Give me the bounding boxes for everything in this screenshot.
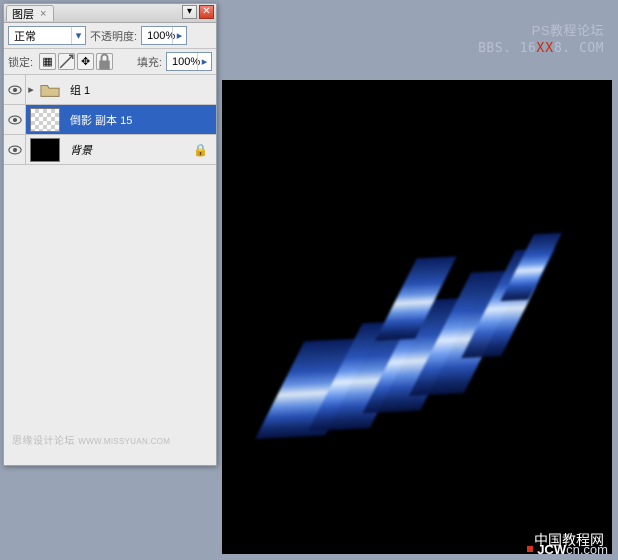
- opacity-input[interactable]: 100% ▸: [141, 26, 187, 45]
- lock-transparency-icon[interactable]: ▦: [39, 53, 56, 70]
- opacity-label: 不透明度:: [90, 28, 137, 44]
- panel-window-buttons: ▾ ✕: [182, 5, 214, 19]
- lock-pixels-icon[interactable]: [58, 53, 75, 70]
- layer-background[interactable]: 背景 🔒: [4, 135, 216, 165]
- panel-empty-area: 思缘设计论坛 WWW.MISSYUAN.COM: [4, 165, 216, 465]
- layer-thumbnail: [30, 138, 60, 162]
- folder-icon: [40, 78, 60, 102]
- tab-close-icon[interactable]: ×: [40, 8, 46, 20]
- layer-name: 倒影 副本 15: [64, 112, 216, 128]
- layer-name: 组 1: [64, 82, 216, 98]
- canvas-artwork: [277, 232, 577, 438]
- layer-list: ▸ 组 1 倒影 副本 15 背景 🔒: [4, 75, 216, 165]
- visibility-toggle[interactable]: [4, 75, 26, 104]
- panel-close-button[interactable]: ✕: [199, 5, 214, 19]
- chevron-right-icon: ▸: [197, 53, 211, 70]
- tab-layers[interactable]: 图层 ×: [6, 5, 54, 21]
- opacity-value: 100%: [147, 30, 175, 42]
- chevron-right-icon: ▸: [172, 27, 186, 44]
- fill-input[interactable]: 100% ▸: [166, 52, 212, 71]
- layer-group[interactable]: ▸ 组 1: [4, 75, 216, 105]
- group-expand-icon[interactable]: ▸: [26, 83, 36, 96]
- header-watermark-line2: BBS. 16XX8. COM: [478, 40, 604, 58]
- document-canvas[interactable]: 中国教程网: [222, 80, 612, 554]
- fill-value: 100%: [172, 56, 200, 68]
- footer-dot-icon: [527, 546, 533, 552]
- lock-label: 锁定:: [8, 54, 33, 70]
- lock-position-icon[interactable]: ✥: [77, 53, 94, 70]
- page-footer: JCWcn.com: [222, 540, 618, 558]
- panel-watermark: 思缘设计论坛 WWW.MISSYUAN.COM: [12, 432, 170, 447]
- layer-thumbnail: [30, 108, 60, 132]
- layer-selected[interactable]: 倒影 副本 15: [4, 105, 216, 135]
- panel-menu-button[interactable]: ▾: [182, 5, 197, 19]
- visibility-toggle[interactable]: [4, 135, 26, 164]
- layer-name: 背景: [64, 142, 193, 158]
- layers-panel: 图层 × ▾ ✕ 正常 ▾ 不透明度: 100% ▸ 锁定: ▦ ✥: [3, 3, 217, 466]
- header-watermark: PS教程论坛 BBS. 16XX8. COM: [478, 22, 604, 57]
- panel-row-lock: 锁定: ▦ ✥ 填充: 100% ▸: [4, 49, 216, 75]
- lock-all-icon[interactable]: [96, 53, 113, 70]
- panel-row-blend: 正常 ▾ 不透明度: 100% ▸: [4, 23, 216, 49]
- blend-mode-value: 正常: [14, 28, 36, 44]
- footer-brand: JCW: [537, 542, 566, 557]
- fill-label: 填充:: [137, 54, 162, 70]
- chevron-down-icon: ▾: [71, 27, 85, 44]
- tab-layers-label: 图层: [12, 6, 34, 22]
- panel-tabbar: 图层 × ▾ ✕: [4, 4, 216, 23]
- visibility-toggle[interactable]: [4, 105, 26, 134]
- blend-mode-select[interactable]: 正常 ▾: [8, 26, 86, 45]
- lock-icon: 🔒: [193, 143, 208, 157]
- header-watermark-line1: PS教程论坛: [478, 22, 604, 40]
